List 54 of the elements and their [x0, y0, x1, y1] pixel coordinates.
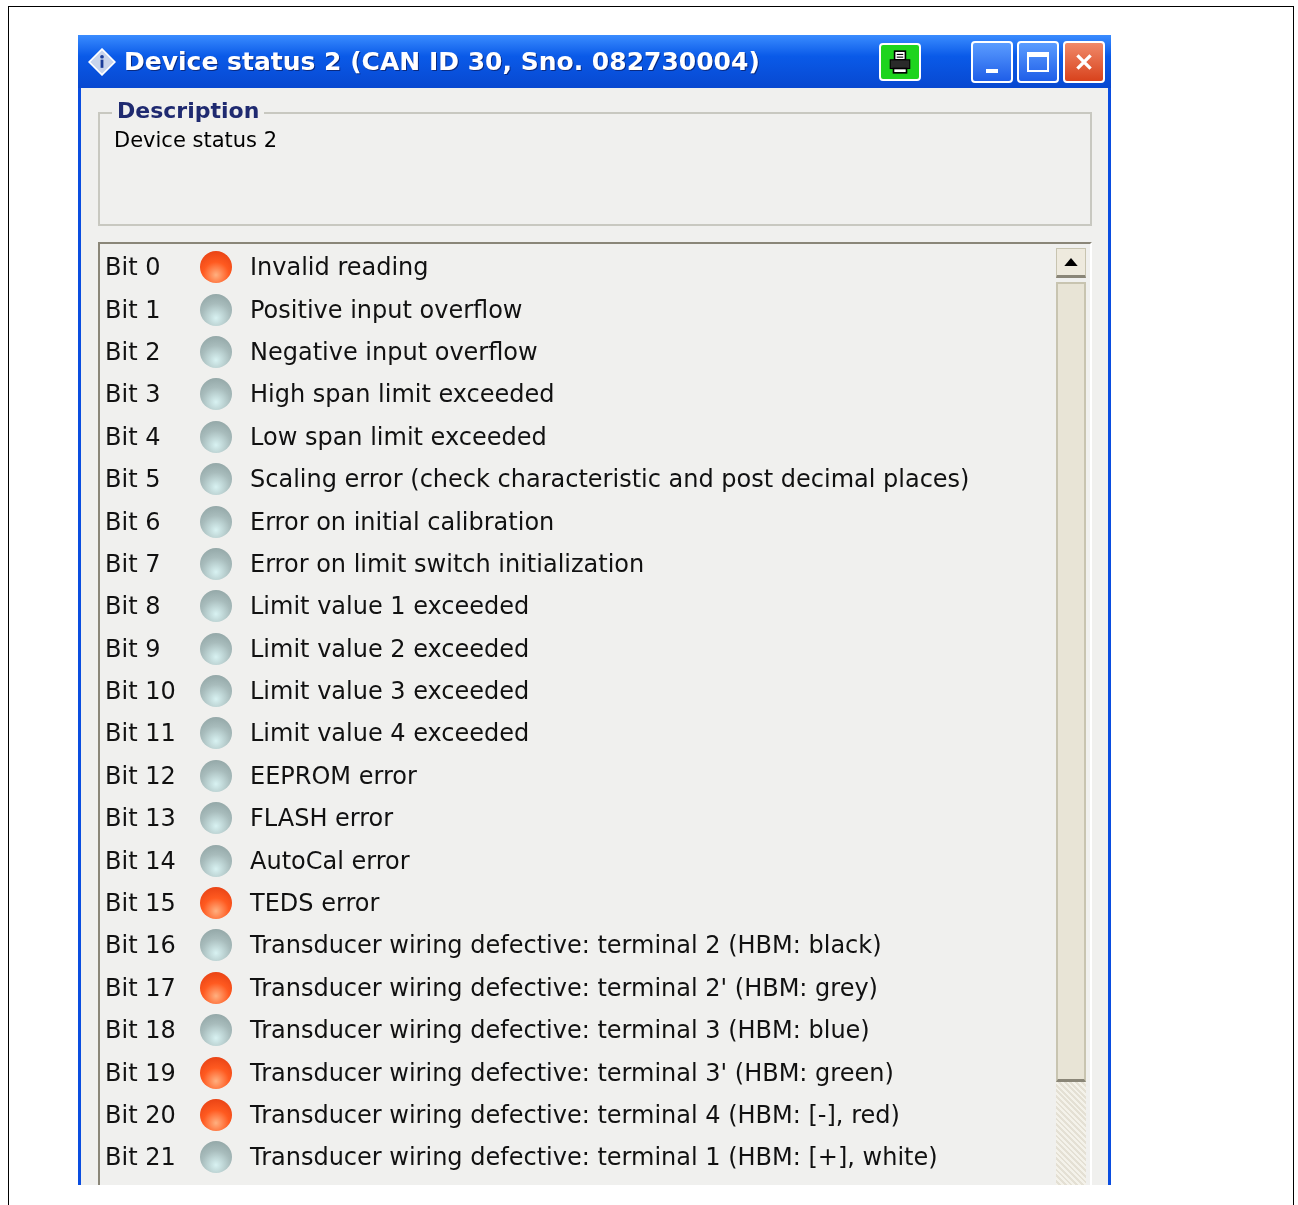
- bit-description: Limit value 3 exceeded: [250, 677, 530, 706]
- bit-label: Bit 11: [105, 719, 177, 748]
- bit-description: FLASH error: [250, 804, 394, 833]
- bit-label: Bit 16: [105, 931, 177, 960]
- bit-label: Bit 2: [105, 337, 162, 366]
- bit-label: Bit 20: [105, 1101, 177, 1129]
- bit-description: Transducer wiring defective: terminal 3 (HBM: blue): [250, 1016, 870, 1045]
- printer-icon: [887, 48, 913, 75]
- scroll-up-button[interactable]: [1056, 248, 1086, 278]
- bit-description: Low span limit exceeded: [250, 422, 547, 451]
- bit-label: Bit 10: [105, 677, 177, 706]
- bit-description: Negative input overflow: [250, 337, 538, 366]
- up-arrow-icon: [1064, 258, 1078, 266]
- info-icon: [88, 47, 116, 76]
- window-title: Device status 2 (CAN ID 30, Sno. 082730004): [124, 47, 761, 76]
- print-button[interactable]: [879, 42, 921, 81]
- bit-label: Bit 3: [105, 380, 162, 409]
- bit-label: Bit 14: [105, 846, 177, 875]
- bit-label: Bit 21: [105, 1143, 177, 1172]
- bit-label: Bit 17: [105, 973, 177, 1002]
- bit-description: Transducer wiring defective: terminal 3' (HBM: green): [250, 1058, 894, 1087]
- maximize-button[interactable]: [1017, 40, 1059, 83]
- bit-label: Bit 5: [105, 465, 162, 494]
- bit-description: Error on limit switch initialization: [250, 549, 645, 578]
- bit-label: Bit 19: [105, 1058, 177, 1087]
- bit-description: Transducer wiring defective: terminal 2' (HBM: grey): [250, 973, 878, 1002]
- bit-description: Limit value 1 exceeded: [250, 592, 530, 621]
- bit-label: Bit 4: [105, 422, 162, 451]
- bit-description: Transducer wiring defective: terminal 4 (HBM: [-], red): [250, 1101, 900, 1129]
- bit-description: EEPROM error: [250, 761, 417, 790]
- bit-label: Bit 7: [105, 549, 162, 578]
- bit-description: TEDS error: [250, 889, 380, 918]
- bit-description: AutoCal error: [250, 846, 410, 875]
- bit-label: Bit 1: [105, 295, 162, 324]
- bit-description: Limit value 4 exceeded: [250, 719, 530, 748]
- bit-label: Bit 9: [105, 634, 162, 663]
- bit-label: Bit 13: [105, 804, 177, 833]
- bit-label: Bit 12: [105, 761, 177, 790]
- close-button[interactable]: [1063, 40, 1105, 83]
- bit-description: Scaling error (check characteristic and post decimal places): [250, 465, 970, 494]
- bit-label: Bit 18: [105, 1016, 177, 1045]
- bit-description: Transducer wiring defective: terminal 1 (HBM: [+], white): [250, 1143, 938, 1172]
- bit-label: Bit 8: [105, 592, 162, 621]
- bit-description: Limit value 2 exceeded: [250, 634, 530, 663]
- bit-description: Positive input overflow: [250, 295, 523, 324]
- bit-description: Transducer wiring defective: terminal 2 (HBM: black): [250, 931, 882, 960]
- description-text: Device status 2: [114, 128, 279, 152]
- bit-label: Bit 6: [105, 507, 162, 536]
- minimize-button[interactable]: [971, 40, 1013, 83]
- bit-label: Bit 15: [105, 889, 177, 918]
- bit-description: Invalid reading: [250, 253, 429, 282]
- bit-label: Bit 0: [105, 253, 162, 282]
- bit-description: High span limit exceeded: [250, 380, 555, 409]
- bit-description: Error on initial calibration: [250, 507, 555, 536]
